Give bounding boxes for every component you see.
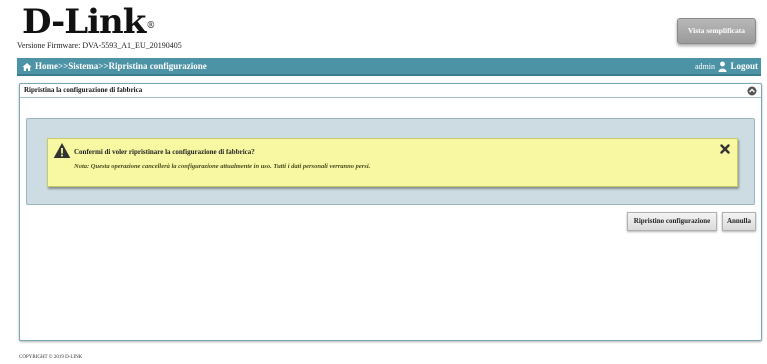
registered-mark: ® [146,21,155,31]
user-icon [718,61,727,72]
alert-note: Nota: Questa operazione cancellerà la co… [74,163,371,170]
restore-panel: Ripristina la configurazione di fabbrica… [19,83,762,341]
cancel-button[interactable]: Annulla [722,212,756,231]
warning-icon [53,143,71,158]
copyright: COPYRIGHT © 2019 D-LINK [19,355,83,360]
logout-link[interactable]: Logout [730,61,758,71]
home-icon[interactable] [22,62,32,72]
alert-title: Confermi di voler ripristinare la config… [74,148,255,156]
collapse-icon[interactable] [747,86,757,96]
restore-button[interactable]: Ripristino configurazione [627,212,717,231]
warning-alert: Confermi di voler ripristinare la config… [47,138,738,187]
top-navbar: Home>>Sistema>>Ripristina configurazione… [17,58,761,76]
simple-view-button[interactable]: Vista semplificata [677,18,756,44]
confirm-container: Confermi di voler ripristinare la config… [26,118,755,205]
panel-title: Ripristina la configurazione di fabbrica [24,86,143,94]
dlink-logo: D-Link® [22,2,155,42]
logo-text: D-Link [22,2,146,42]
panel-header: Ripristina la configurazione di fabbrica [20,84,761,98]
close-icon[interactable] [720,144,730,154]
username: admin [695,62,715,71]
firmware-version: Versione Firmware: DVA-5593_A1_EU_201904… [17,41,182,50]
breadcrumb[interactable]: Home>>Sistema>>Ripristina configurazione [35,61,207,71]
